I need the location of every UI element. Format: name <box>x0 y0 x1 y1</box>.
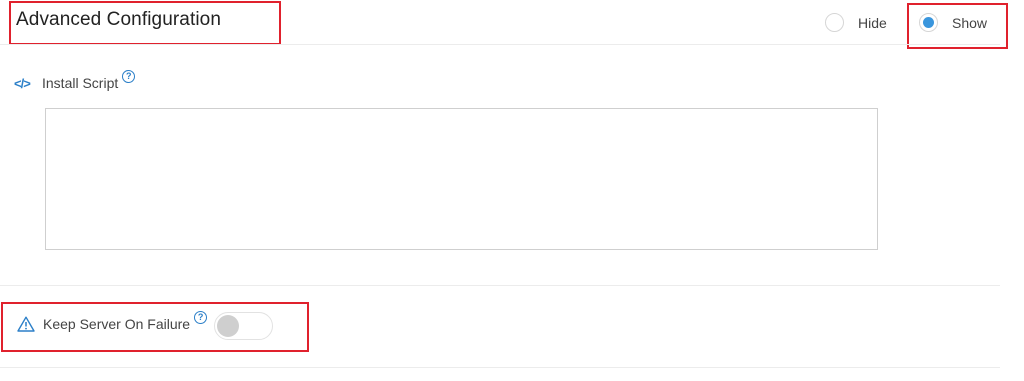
install-script-label: Install Script <box>42 75 119 91</box>
highlight-box-title <box>9 1 281 45</box>
highlight-box-show <box>907 3 1008 49</box>
divider <box>0 285 1000 286</box>
divider <box>0 44 1000 45</box>
help-icon[interactable]: ? <box>122 69 136 83</box>
install-script-input[interactable] <box>45 108 878 250</box>
highlight-box-keep-server <box>1 302 309 352</box>
radio-hide[interactable]: Hide <box>825 13 887 32</box>
divider <box>0 367 1000 368</box>
radio-hide-circle[interactable] <box>825 13 844 32</box>
advanced-configuration-panel: Advanced Configuration Hide Show </> Ins… <box>0 0 1024 381</box>
install-script-label-row: </> Install Script ? <box>14 69 136 91</box>
code-icon: </> <box>14 75 31 91</box>
radio-hide-label: Hide <box>858 14 887 31</box>
